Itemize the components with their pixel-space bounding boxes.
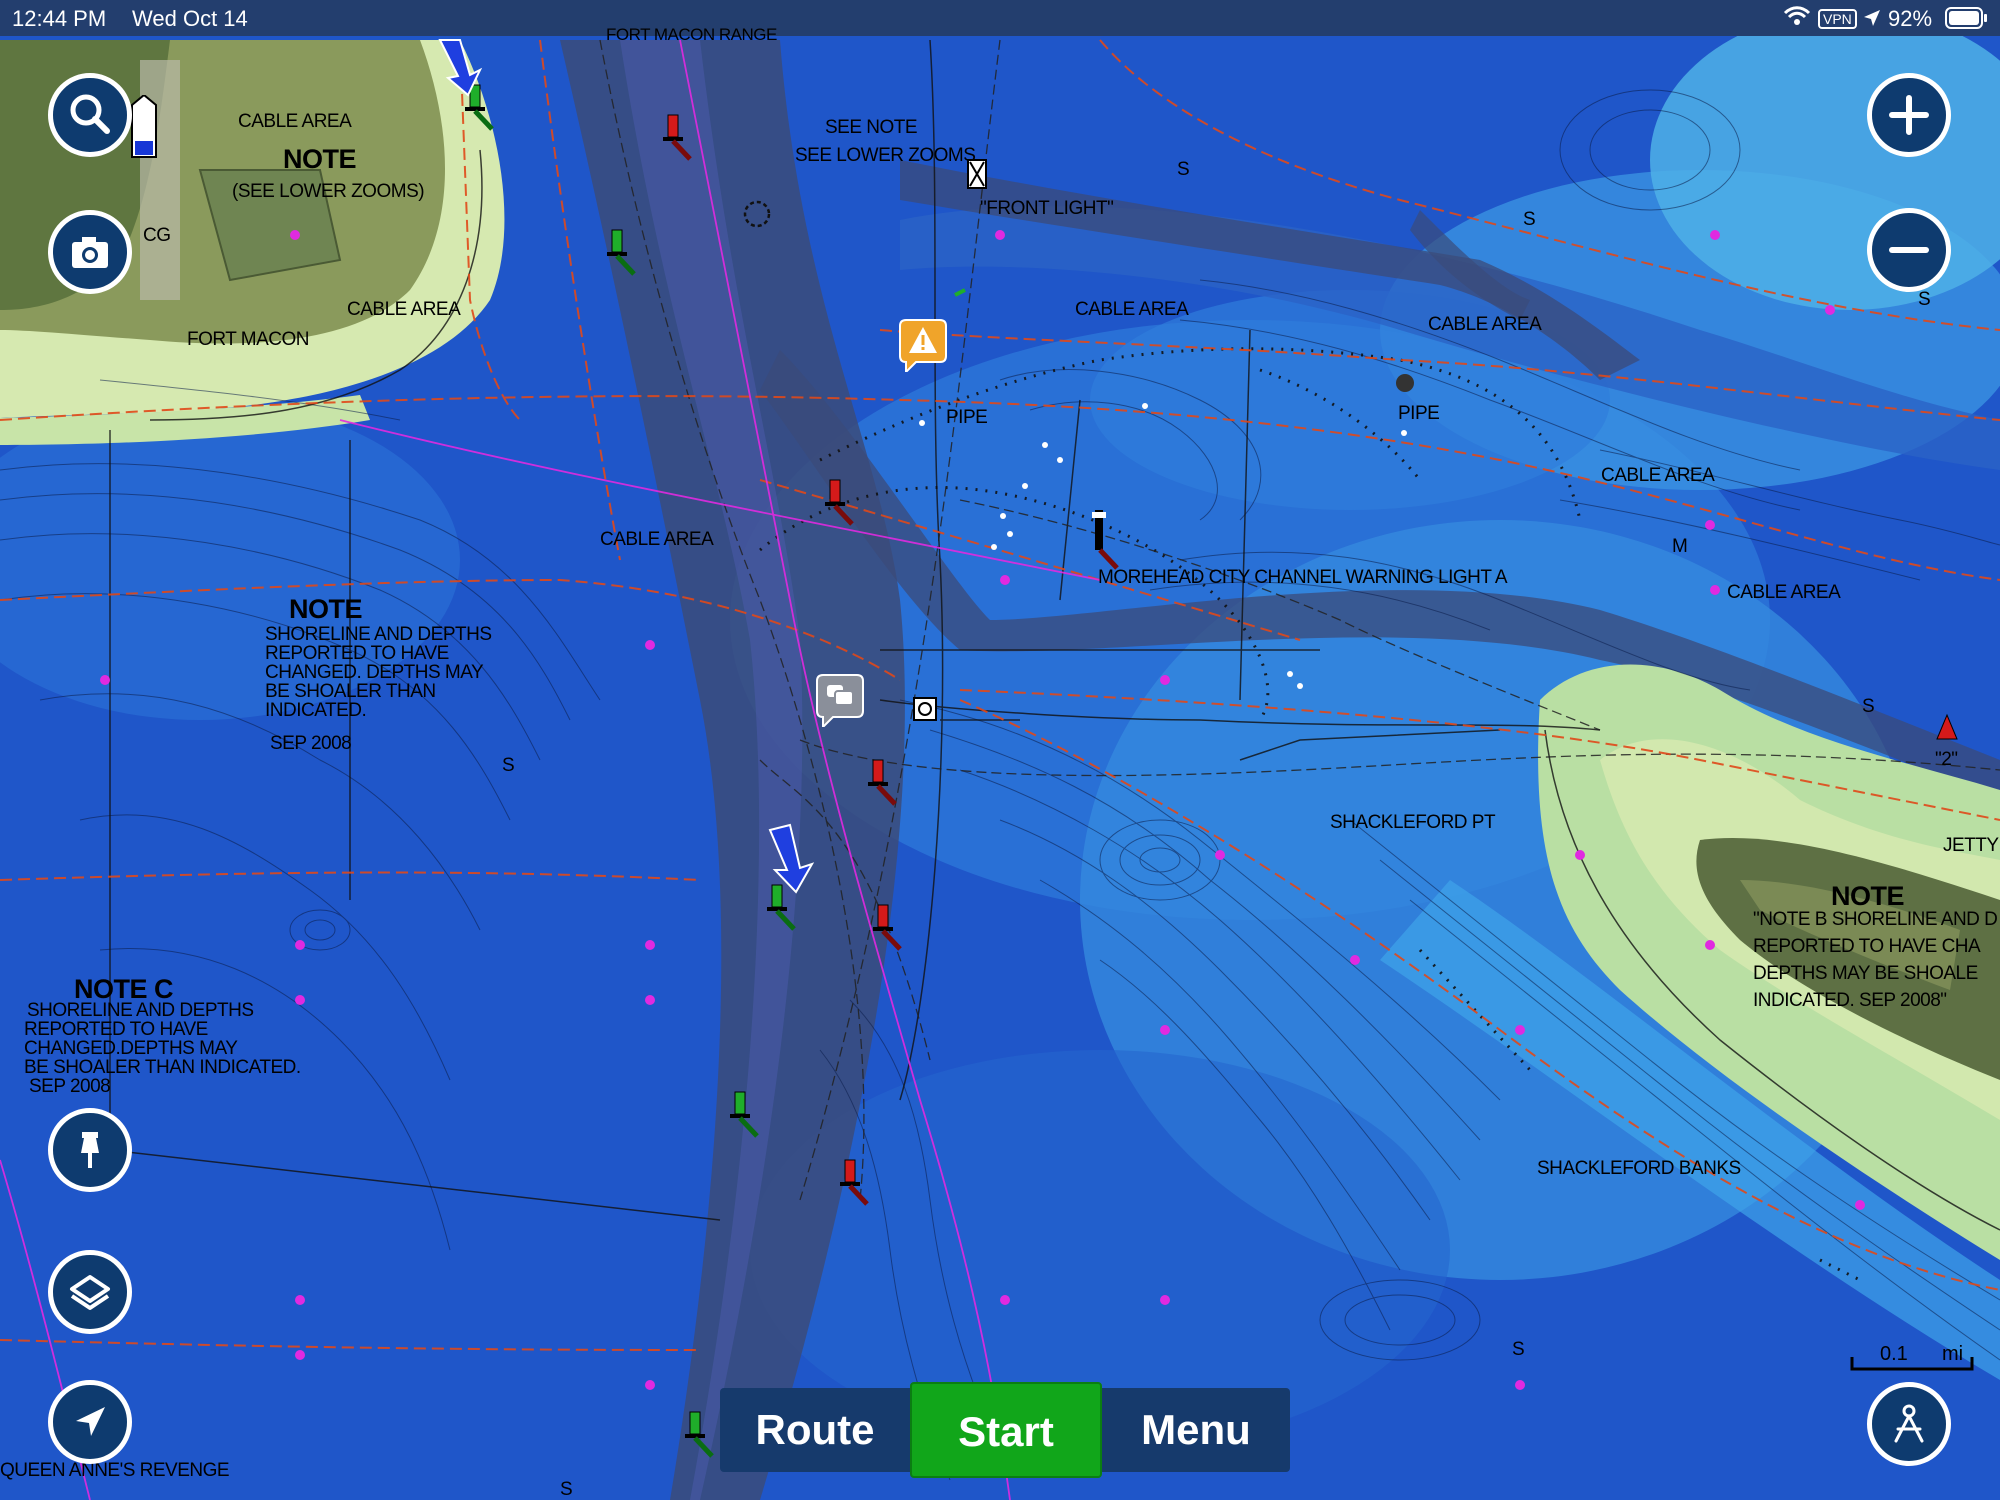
status-time: 12:44 PM — [12, 6, 107, 31]
note-c-line: BE SHOALER THAN INDICATED. — [24, 1057, 301, 1078]
zoom-in-icon — [1889, 95, 1929, 135]
search-icon — [70, 94, 110, 134]
label-s: S — [1512, 1339, 1525, 1360]
note-right: NOTE "NOTE B SHORELINE AND D REPORTED TO… — [1753, 881, 1998, 1011]
label-cable-area-7: CABLE AREA — [1727, 582, 1841, 603]
label-cable-area-1: CABLE AREA — [238, 111, 352, 132]
note-right-title: NOTE — [1831, 881, 1905, 911]
track-up-icon — [1894, 1404, 1924, 1443]
camera-icon — [72, 237, 108, 268]
note-left-title: NOTE — [289, 594, 363, 624]
label-jetty: JETTY — [1943, 835, 1999, 856]
label-see-note: SEE NOTE — [825, 117, 918, 138]
menu-button[interactable]: Menu — [1102, 1388, 1290, 1472]
note-c: NOTE C SHORELINE AND DEPTHS REPORTED TO … — [24, 974, 301, 1097]
track-up-button[interactable] — [1867, 1382, 1951, 1466]
note-right-line: INDICATED. SEP 2008" — [1753, 990, 1947, 1011]
zoom-in-button[interactable] — [1867, 73, 1951, 157]
locate-icon — [76, 1407, 105, 1436]
locate-button[interactable] — [48, 1380, 132, 1464]
note-c-title: NOTE C — [74, 974, 174, 1004]
label-pipe-2: PIPE — [1398, 403, 1440, 424]
label-s: S — [1177, 159, 1190, 180]
note-left-line: REPORTED TO HAVE — [265, 643, 449, 664]
start-button[interactable]: Start — [910, 1382, 1102, 1478]
layers-button[interactable] — [48, 1250, 132, 1334]
layers-icon — [70, 1275, 110, 1310]
note-left-line: CHANGED. DEPTHS MAY — [265, 662, 484, 683]
pin-icon — [81, 1132, 99, 1168]
note-right-line: REPORTED TO HAVE CHA — [1753, 936, 1981, 957]
chat-icon[interactable] — [815, 673, 865, 730]
label-queen-annes-revenge: QUEEN ANNE'S REVENGE — [0, 1460, 230, 1481]
route-button[interactable]: Route — [720, 1388, 910, 1472]
note-left-line: SHORELINE AND DEPTHS — [265, 624, 492, 645]
label-pipe-1: PIPE — [946, 407, 988, 428]
note-c-date: SEP 2008 — [29, 1076, 111, 1097]
scale-bar: 0.1 mi — [1850, 1343, 1974, 1373]
label-cable-area-2: CABLE AREA — [347, 299, 461, 320]
label-see-lower-zooms: SEE LOWER ZOOMS — [795, 145, 976, 166]
pin-button[interactable] — [48, 1108, 132, 1192]
bottom-toolbar: Route Start Menu — [720, 1382, 1290, 1478]
status-date: Wed Oct 14 — [132, 6, 248, 31]
label-shackleford-banks: SHACKLEFORD BANKS — [1537, 1158, 1741, 1179]
note-left-line: INDICATED. — [265, 700, 367, 721]
camera-button[interactable] — [48, 210, 132, 294]
boat-marker-icon[interactable] — [128, 93, 160, 165]
label-morehead-light: MOREHEAD CITY CHANNEL WARNING LIGHT A — [1098, 567, 1508, 588]
label-shackleford-pt: SHACKLEFORD PT — [1330, 812, 1496, 833]
warning-icon[interactable] — [898, 318, 948, 375]
zoom-out-button[interactable] — [1867, 208, 1951, 292]
status-bar: 12:44 PM Wed Oct 14 VPN 92% — [0, 0, 2000, 36]
vpn-badge: VPN — [1818, 9, 1857, 29]
label-front-light: "FRONT LIGHT" — [980, 198, 1114, 219]
note-c-line: REPORTED TO HAVE — [24, 1019, 208, 1040]
label-buoy-2: "2" — [1935, 749, 1958, 770]
label-fort-macon-range: FORT MACON RANGE — [606, 25, 777, 44]
label-see-lower-zooms-paren: (SEE LOWER ZOOMS) — [232, 181, 425, 202]
note-left-line: BE SHOALER THAN — [265, 681, 436, 702]
label-s: S — [1918, 289, 1931, 310]
label-s: S — [1862, 696, 1875, 717]
label-m: M — [1672, 536, 1688, 557]
label-note-fort: NOTE — [283, 144, 357, 174]
note-c-line: CHANGED.DEPTHS MAY — [24, 1038, 238, 1059]
battery-percent: 92% — [1888, 6, 1933, 31]
label-s: S — [560, 1479, 573, 1500]
location-arrow-icon — [1862, 8, 1882, 34]
note-c-line: SHORELINE AND DEPTHS — [27, 1000, 254, 1021]
label-cg: CG — [143, 225, 171, 246]
search-button[interactable] — [48, 73, 132, 157]
battery-icon — [1945, 6, 1989, 36]
note-right-line: "NOTE B SHORELINE AND D — [1753, 909, 1998, 930]
note-left-date: SEP 2008 — [270, 733, 352, 754]
label-s: S — [502, 755, 515, 776]
label-s: S — [1523, 209, 1536, 230]
label-cable-area-3: CABLE AREA — [1075, 299, 1189, 320]
label-cable-area-4: CABLE AREA — [1428, 314, 1542, 335]
note-right-line: DEPTHS MAY BE SHOALE — [1753, 963, 1978, 984]
label-cable-area-6: CABLE AREA — [600, 529, 714, 550]
note-left: NOTE SHORELINE AND DEPTHS REPORTED TO HA… — [265, 594, 492, 754]
label-cable-area-5: CABLE AREA — [1601, 465, 1715, 486]
wifi-icon — [1783, 4, 1811, 34]
label-fort-macon: FORT MACON — [187, 329, 310, 350]
zoom-out-icon — [1889, 247, 1929, 253]
